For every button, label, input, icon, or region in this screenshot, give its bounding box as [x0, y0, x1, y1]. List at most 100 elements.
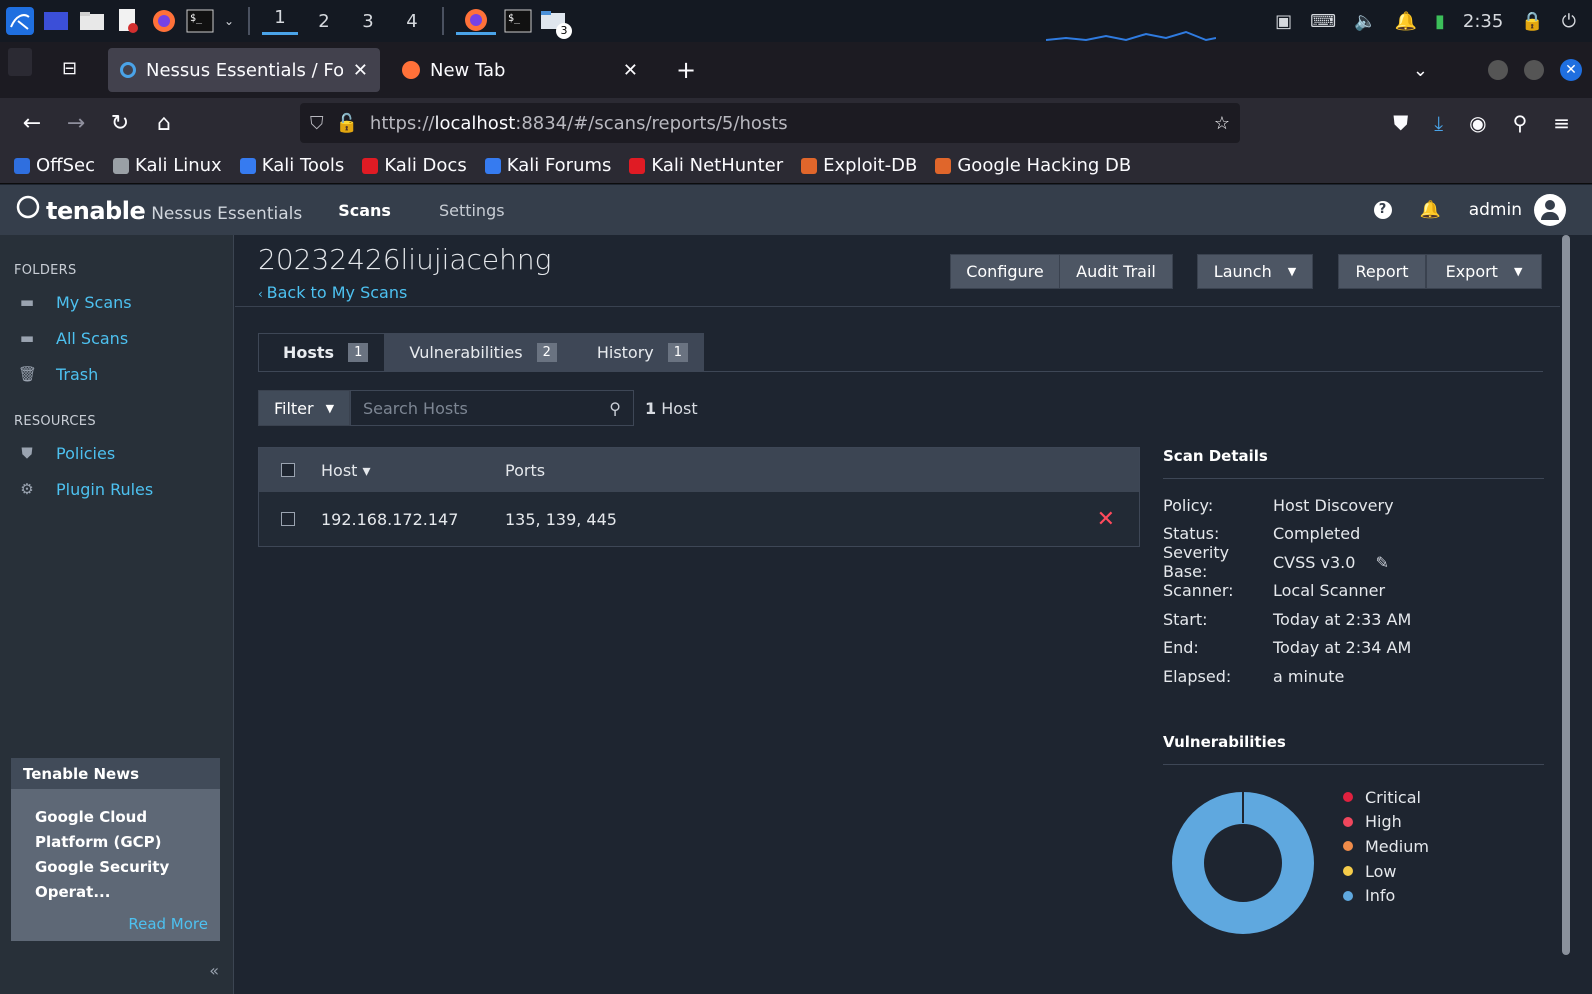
page-scrollbar[interactable]: [1562, 235, 1570, 955]
edit-pencil-icon[interactable]: ✎: [1375, 553, 1388, 572]
url-text[interactable]: https://localhost:8834/#/scans/reports/5…: [370, 113, 1202, 134]
kali-menu-icon[interactable]: [6, 7, 34, 35]
maximize-button[interactable]: [1524, 60, 1544, 80]
list-all-tabs-icon[interactable]: ⌄: [1413, 60, 1428, 81]
news-body[interactable]: Google Cloud Platform (GCP) Google Secur…: [11, 789, 220, 905]
configure-button[interactable]: Configure: [950, 254, 1060, 289]
tab-nessus[interactable]: Nessus Essentials / Folde ✕: [108, 48, 380, 92]
notifications-bell-icon[interactable]: 🔔: [1420, 200, 1441, 220]
volume-icon[interactable]: 🔈: [1354, 11, 1376, 32]
bookmark-google-hacking-db[interactable]: Google Hacking DB: [935, 155, 1131, 176]
vulnerabilities-count-badge: 2: [536, 342, 557, 362]
user-menu[interactable]: admin: [1469, 194, 1566, 226]
legend-dot: [1343, 841, 1353, 852]
pocket-icon[interactable]: ⛊: [1393, 111, 1408, 135]
power-icon[interactable]: ⏻: [1562, 11, 1576, 32]
folder-window-icon[interactable]: 3: [540, 7, 572, 39]
lock-icon[interactable]: 🔒: [1521, 11, 1543, 32]
help-icon[interactable]: ?: [1373, 201, 1392, 219]
firefox-window-icon[interactable]: [456, 7, 496, 35]
tab-new-tab[interactable]: New Tab ✕: [390, 48, 650, 92]
firefox-icon[interactable]: [150, 7, 178, 35]
reload-icon[interactable]: ↻: [98, 105, 142, 141]
minimize-button[interactable]: [1488, 60, 1508, 80]
lock-warning-icon[interactable]: 🔓: [336, 113, 358, 134]
home-icon[interactable]: ⌂: [142, 105, 186, 141]
tenable-logo[interactable]: tenable Nessus Essentials: [0, 195, 302, 225]
host-ip[interactable]: 192.168.172.147: [321, 510, 505, 529]
back-arrow-icon[interactable]: ←: [10, 105, 54, 141]
nav-scans[interactable]: Scans: [338, 201, 391, 220]
tab-hosts[interactable]: Hosts 1: [258, 333, 386, 371]
launch-button[interactable]: Launch ▼: [1197, 254, 1313, 289]
bookmark-kali-docs[interactable]: Kali Docs: [362, 155, 467, 176]
workspace-2[interactable]: 2: [306, 11, 342, 32]
tenable-logo-icon: [16, 195, 40, 219]
workspace-3[interactable]: 3: [350, 11, 386, 32]
column-host[interactable]: Host ▾: [321, 461, 505, 480]
terminal-window-icon[interactable]: $_: [504, 7, 532, 35]
sidebar-item-policies[interactable]: ⛊ Policies: [0, 435, 233, 471]
battery-icon[interactable]: ▮: [1435, 11, 1445, 32]
close-tab-icon[interactable]: ✕: [623, 60, 638, 81]
vulnerability-donut-chart[interactable]: [1163, 783, 1323, 947]
export-button[interactable]: Export ▼: [1426, 254, 1542, 289]
firefox-favicon-icon: [402, 61, 420, 79]
row-checkbox[interactable]: [281, 512, 295, 526]
hosts-table: Host ▾ Ports 192.168.172.147 135, 139, 4…: [258, 447, 1140, 547]
tab-vulnerabilities[interactable]: Vulnerabilities 2: [385, 333, 573, 371]
sidebar-item-all-scans[interactable]: ▬ All Scans: [0, 320, 233, 356]
audit-trail-button[interactable]: Audit Trail: [1059, 254, 1173, 289]
legend-medium: Medium: [1343, 834, 1429, 859]
new-tab-button[interactable]: +: [676, 56, 696, 84]
network-graph-icon: [1046, 30, 1216, 42]
close-window-button[interactable]: ✕: [1560, 59, 1582, 81]
chevron-down-icon[interactable]: ⌄: [222, 7, 236, 35]
tab-history[interactable]: History 1: [572, 333, 705, 371]
bookmark-kali-linux[interactable]: Kali Linux: [112, 155, 222, 176]
shield-icon[interactable]: ⛉: [310, 113, 324, 134]
bookmark-star-icon[interactable]: ☆: [1214, 113, 1230, 134]
table-row[interactable]: 192.168.172.147 135, 139, 445 ✕: [259, 492, 1139, 546]
file-manager-icon[interactable]: [78, 7, 106, 35]
sidebar-item-my-scans[interactable]: ▬ My Scans: [0, 284, 233, 320]
select-all-checkbox[interactable]: [281, 463, 295, 477]
back-to-my-scans-link[interactable]: ‹ Back to My Scans: [258, 283, 407, 302]
url-bar[interactable]: ⛉ 🔓 https://localhost:8834/#/scans/repor…: [300, 103, 1240, 143]
display-icon[interactable]: ▣: [1275, 11, 1292, 32]
sidebar-toggle-icon[interactable]: [8, 48, 32, 76]
terminal-icon[interactable]: $_: [186, 7, 214, 35]
menu-icon[interactable]: ≡: [1553, 111, 1570, 135]
nav-settings[interactable]: Settings: [439, 201, 505, 220]
bookmark-kali-forums[interactable]: Kali Forums: [484, 155, 611, 176]
delete-host-icon[interactable]: ✕: [1097, 507, 1115, 532]
bookmark-offsec[interactable]: OffSec: [14, 155, 95, 176]
exploit-db-icon: [801, 157, 818, 174]
extensions-icon[interactable]: ⚲: [1513, 111, 1528, 135]
downloads-icon[interactable]: ⤓: [1434, 111, 1443, 135]
sidebar-item-plugin-rules[interactable]: ⚙ Plugin Rules: [0, 471, 233, 507]
keyboard-icon[interactable]: ⌨: [1310, 11, 1336, 32]
read-more-link[interactable]: Read More: [128, 915, 208, 933]
clock[interactable]: 2:35: [1463, 11, 1503, 32]
notification-bell-icon[interactable]: 🔔: [1395, 11, 1417, 32]
bookmark-exploit-db[interactable]: Exploit-DB: [801, 155, 917, 176]
text-editor-icon[interactable]: [114, 7, 142, 35]
sidebar-item-trash[interactable]: 🗑 Trash: [0, 356, 233, 392]
bookmark-kali-nethunter[interactable]: Kali NetHunter: [629, 155, 783, 176]
desktop-icon[interactable]: [42, 7, 70, 35]
collapse-sidebar-icon[interactable]: «: [209, 961, 219, 980]
column-ports[interactable]: Ports: [505, 461, 1139, 480]
bookmark-kali-tools[interactable]: Kali Tools: [239, 155, 344, 176]
workspace-4[interactable]: 4: [394, 11, 430, 32]
forward-arrow-icon[interactable]: →: [54, 105, 98, 141]
donut-info-segment[interactable]: [1172, 792, 1314, 934]
workspace-1[interactable]: 1: [262, 7, 298, 35]
report-button[interactable]: Report: [1338, 254, 1426, 289]
tab-overview-icon[interactable]: ⊟: [62, 58, 77, 79]
close-tab-icon[interactable]: ✕: [353, 60, 368, 81]
filter-button[interactable]: Filter ▼: [258, 390, 350, 426]
search-icon[interactable]: ⚲: [609, 399, 621, 418]
account-icon[interactable]: ◉: [1469, 111, 1486, 135]
search-hosts-input[interactable]: Search Hosts ⚲: [350, 390, 634, 426]
